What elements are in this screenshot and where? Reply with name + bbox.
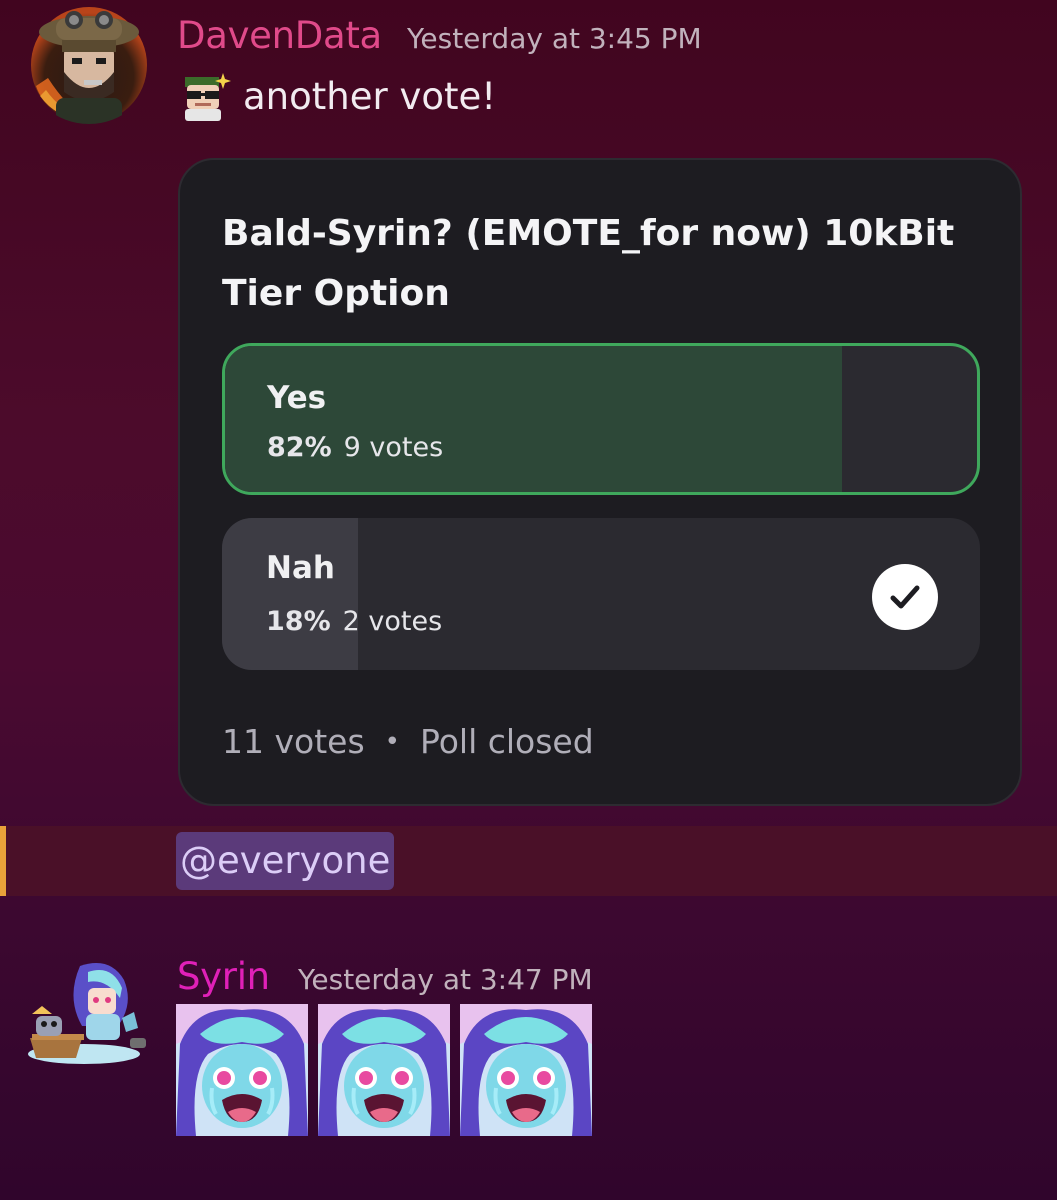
message-timestamp: Yesterday at 3:47 PM [298, 963, 593, 996]
poll-option-percent: 82% [267, 432, 332, 463]
mention-everyone[interactable]: @everyone [176, 832, 395, 890]
poll-option-yes[interactable]: Yes 82% 9 votes [222, 343, 980, 495]
crying-anime-sticker[interactable] [318, 1004, 450, 1136]
author-name[interactable]: Syrin [177, 955, 270, 998]
avatar-davendata[interactable] [26, 6, 152, 124]
checkmark-icon [872, 564, 938, 630]
author-name[interactable]: DavenData [177, 14, 382, 57]
message-content: another vote! [177, 68, 496, 124]
poll-option-label: Nah [266, 550, 335, 586]
crying-anime-sticker[interactable] [460, 1004, 592, 1136]
poll-footer: 11 votes • Poll closed [222, 722, 594, 761]
poll-card: Bald-Syrin? (EMOTE_for now) 10kBit Tier … [178, 158, 1022, 806]
poll-option-votes: 9 votes [343, 432, 444, 463]
poll-option-fill [222, 518, 359, 670]
avatar-syrin[interactable] [22, 958, 152, 1068]
message-text: another vote! [243, 74, 497, 118]
poll-option-nah[interactable]: Nah 18% 2 votes [222, 518, 980, 670]
mention-highlight-row: @everyone [0, 826, 1057, 896]
poll-option-percent: 18% [266, 606, 331, 637]
separator-dot: • [384, 727, 400, 757]
mention-indicator-bar [0, 826, 6, 896]
poll-option-votes: 2 votes [342, 606, 443, 637]
poll-option-stats: 82% 9 votes [267, 432, 443, 463]
poll-option-fill [225, 346, 842, 492]
sticker-row [176, 1004, 592, 1136]
poll-status: Poll closed [419, 722, 594, 761]
poll-question: Bald-Syrin? (EMOTE_for now) 10kBit Tier … [222, 213, 955, 314]
poll-option-stats: 18% 2 votes [266, 606, 442, 637]
poll-option-label: Yes [267, 380, 327, 416]
crying-anime-sticker[interactable] [176, 1004, 308, 1136]
sunglasses-emoji-icon [177, 69, 231, 123]
message-timestamp: Yesterday at 3:45 PM [407, 22, 702, 55]
poll-total-votes[interactable]: 11 votes [222, 722, 365, 761]
